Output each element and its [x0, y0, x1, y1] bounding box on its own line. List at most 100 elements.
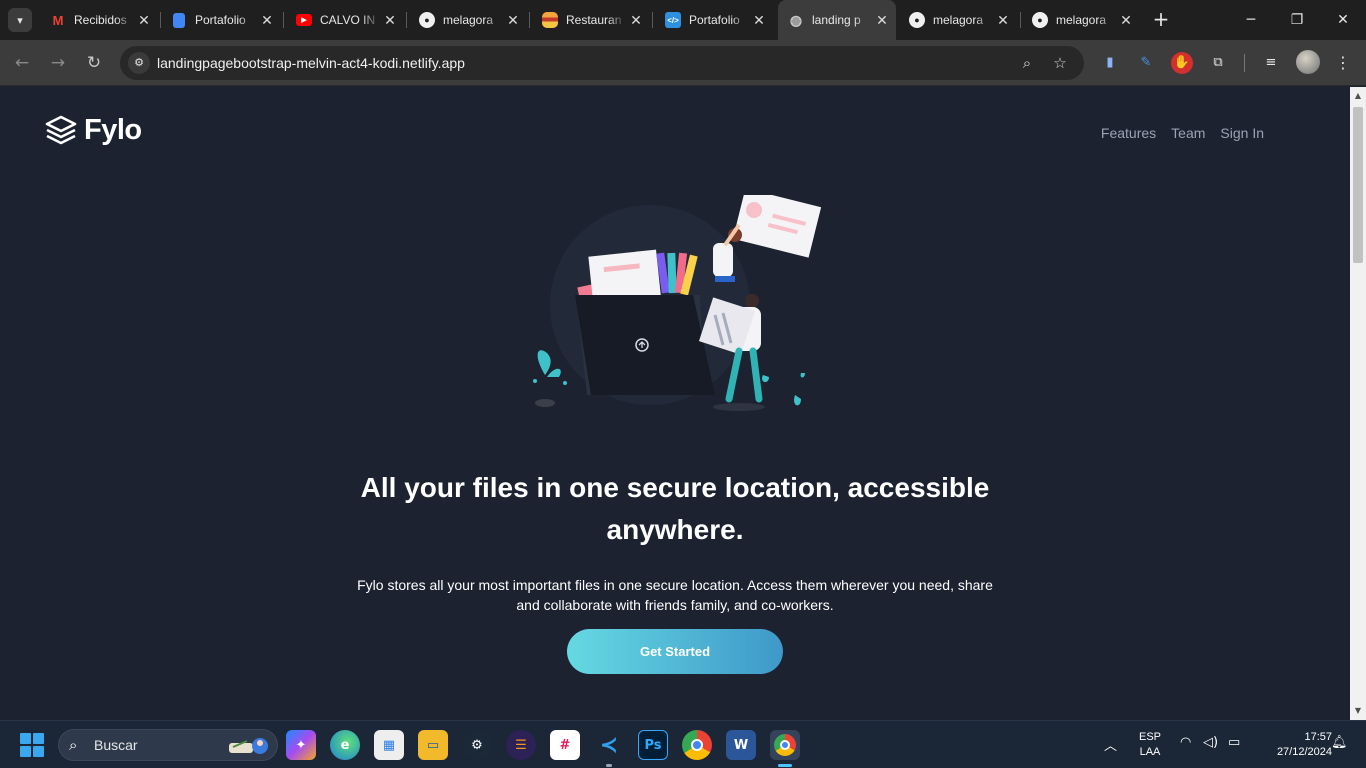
clock-date: 27/12/2024 [1276, 746, 1332, 758]
close-icon[interactable]: ✕ [134, 12, 154, 29]
get-started-button[interactable]: Get Started [567, 629, 783, 674]
tab-landing-page[interactable]: ◍ landing p ✕ [778, 0, 896, 40]
chrome-icon[interactable] [682, 730, 712, 760]
nav-link-team[interactable]: Team [1171, 125, 1205, 141]
taskbar-clock[interactable]: 17:57 27/12/2024 [1256, 730, 1332, 760]
tab-title: melagora [1056, 13, 1107, 27]
media-controls-icon[interactable]: ≡ [1260, 52, 1282, 74]
photoshop-icon[interactable]: Ps [638, 730, 668, 760]
steam-icon[interactable]: ⚙ [462, 730, 492, 760]
hero-illustration [533, 195, 822, 411]
copilot-icon[interactable]: ✦ [286, 730, 316, 760]
clock-time: 17:57 [1304, 731, 1332, 743]
minimize-button[interactable]: ─ [1237, 8, 1265, 32]
close-window-button[interactable]: ✕ [1329, 8, 1357, 32]
tab-github-3[interactable]: ● melagora ✕ [1022, 6, 1140, 34]
battery-icon[interactable]: ▭ [1228, 735, 1240, 750]
new-tab-button[interactable]: + [1150, 8, 1172, 32]
docs-extension-icon[interactable]: ▮ [1099, 52, 1121, 74]
tab-title: melagora [443, 13, 494, 27]
slack-icon[interactable]: # [550, 730, 580, 760]
close-icon[interactable]: ✕ [749, 12, 769, 29]
tab-gmail[interactable]: M Recibidos ✕ [40, 6, 158, 34]
close-icon[interactable]: ✕ [993, 12, 1013, 29]
search-placeholder: Buscar [94, 737, 138, 753]
volume-icon[interactable]: ◁) [1203, 735, 1218, 750]
tab-separator [529, 12, 530, 28]
close-icon[interactable]: ✕ [257, 12, 277, 29]
input-language[interactable]: ESP LAA [1138, 730, 1162, 760]
taskbar-search[interactable]: ⌕ Buscar [58, 729, 278, 761]
forward-button[interactable]: → [46, 51, 70, 75]
tab-separator [406, 12, 407, 28]
eclipse-icon[interactable]: ☰ [506, 730, 536, 760]
vscode-icon[interactable]: ≺ [594, 730, 624, 767]
brand-logo[interactable]: Fylo [44, 113, 142, 147]
github-icon: ● [419, 12, 435, 28]
brand-name: Fylo [84, 113, 142, 146]
tab-github-1[interactable]: ● melagora ✕ [409, 6, 527, 34]
code-icon: </> [665, 12, 681, 28]
tab-portafolio-code[interactable]: </> Portafolio ✕ [655, 6, 773, 34]
tab-youtube[interactable]: ▶ CALVO IN ✕ [286, 6, 404, 34]
site-info-icon[interactable]: ⚙ [128, 52, 150, 74]
close-icon[interactable]: ✕ [503, 12, 523, 29]
tab-portafolio-docs[interactable]: Portafolio ✕ [163, 6, 281, 34]
show-hidden-icons-icon[interactable]: ︿ [1104, 735, 1117, 754]
zoom-icon[interactable]: ⌕ [1017, 53, 1037, 73]
word-icon[interactable]: W [726, 730, 756, 760]
hero-title: All your files in one secure location, a… [360, 472, 990, 545]
scrollbar-thumb[interactable] [1353, 107, 1363, 263]
youtube-icon: ▶ [296, 14, 312, 26]
bookmark-star-icon[interactable]: ☆ [1050, 53, 1070, 73]
url-text[interactable]: landingpagebootstrap-melvin-act4-kodi.ne… [157, 55, 465, 71]
chrome-active-icon[interactable] [770, 730, 800, 767]
reload-button[interactable]: ↻ [82, 51, 106, 75]
pen-extension-icon[interactable]: ✎ [1135, 52, 1157, 74]
tab-title: landing p [812, 13, 861, 27]
github-icon: ● [909, 12, 925, 28]
hero-description: Fylo stores all your most important file… [357, 577, 993, 613]
scroll-down-icon[interactable]: ▼ [1350, 704, 1366, 718]
tab-restaurant[interactable]: Restauran ✕ [532, 6, 650, 34]
toolbar-separator [1244, 54, 1245, 72]
tab-search-button[interactable]: ▾ [8, 8, 32, 32]
page-viewport: Fylo Features Team Sign In All your file… [0, 87, 1350, 720]
taskbar: ⌕ Buscar ✦ e ▦ ▭ ⚙ ☰ # ≺ Ps W ︿ ESP LAA … [0, 720, 1366, 768]
tab-github-2[interactable]: ● melagora ✕ [899, 6, 1017, 34]
file-explorer-icon[interactable]: ▭ [418, 730, 448, 760]
language-code: ESP [1138, 731, 1161, 743]
close-icon[interactable]: ✕ [872, 12, 892, 29]
edge-icon[interactable]: e [330, 730, 360, 760]
wifi-icon[interactable]: ◠ [1180, 735, 1191, 750]
windows-start-icon[interactable] [20, 733, 44, 757]
tab-title: Portafolio [689, 13, 740, 27]
burger-icon [542, 12, 558, 28]
layers-icon [45, 115, 77, 145]
page-scrollbar[interactable]: ▲ ▼ [1350, 87, 1366, 720]
close-icon[interactable]: ✕ [626, 12, 646, 29]
extensions-puzzle-icon[interactable]: ⧉ [1207, 52, 1229, 74]
notification-bell-icon[interactable]: 🔔︎ [1331, 735, 1348, 750]
back-button[interactable]: ← [10, 51, 34, 75]
search-icon: ⌕ [69, 736, 78, 754]
adblock-extension-icon[interactable]: ✋ [1171, 52, 1193, 74]
close-icon[interactable]: ✕ [1116, 12, 1136, 29]
nav-link-features[interactable]: Features [1101, 125, 1156, 141]
close-icon[interactable]: ✕ [380, 12, 400, 29]
tab-title: Restauran [566, 13, 622, 27]
browser-toolbar: ← → ↻ ⚙ landingpagebootstrap-melvin-act4… [0, 40, 1366, 86]
store-icon[interactable]: ▦ [374, 730, 404, 760]
tab-title: Recibidos [74, 13, 127, 27]
menu-kebab-icon[interactable]: ⋮ [1332, 52, 1354, 74]
tab-separator [283, 12, 284, 28]
scroll-up-icon[interactable]: ▲ [1350, 89, 1366, 103]
restore-button[interactable]: ❐ [1283, 8, 1311, 32]
gmail-icon: M [52, 12, 64, 28]
address-bar[interactable]: ⚙ landingpagebootstrap-melvin-act4-kodi.… [120, 46, 1084, 80]
globe-icon: ◍ [789, 11, 803, 28]
tab-strip: ▾ M Recibidos ✕ Portafolio ✕ ▶ CALVO IN … [0, 0, 1366, 40]
tab-separator [652, 12, 653, 28]
profile-avatar[interactable] [1296, 50, 1320, 74]
nav-link-sign-in[interactable]: Sign In [1220, 125, 1264, 141]
